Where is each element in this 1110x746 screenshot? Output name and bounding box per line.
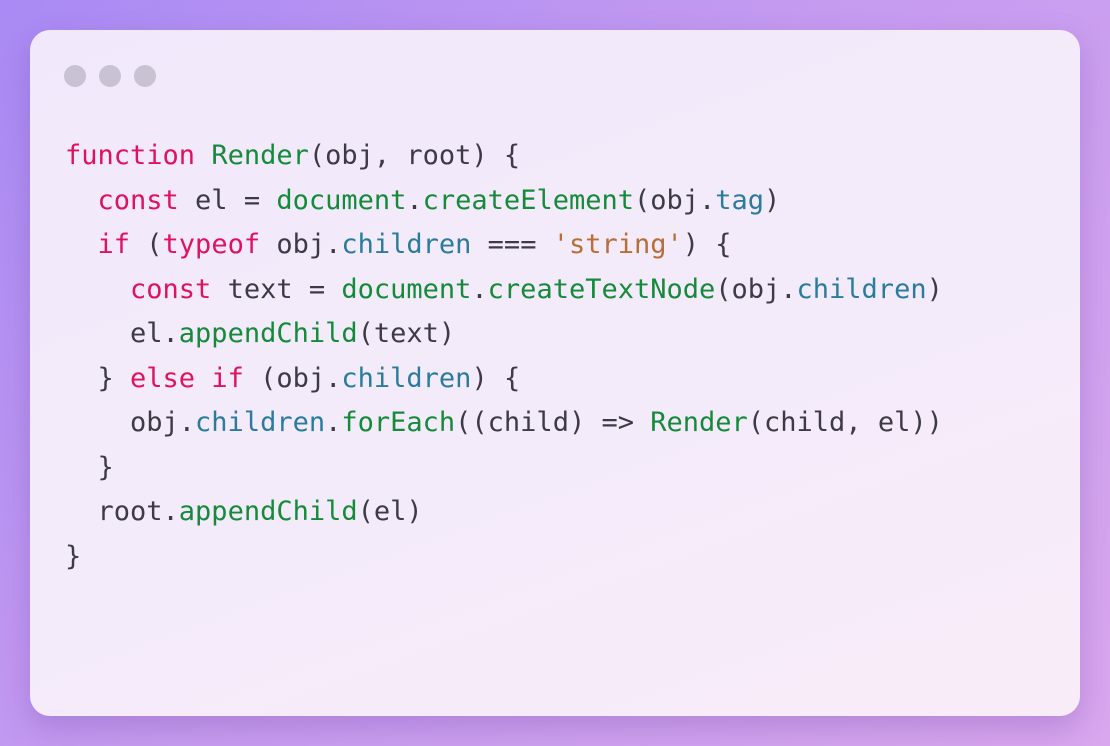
- code-token: const: [97, 184, 179, 216]
- code-token: children: [195, 407, 326, 438]
- code-token: (obj.: [243, 362, 342, 394]
- window-dot-1[interactable]: [64, 65, 86, 87]
- code-window: function Render(obj, root) { const el = …: [30, 30, 1080, 716]
- code-token: (text): [357, 318, 456, 349]
- code-token: const: [130, 273, 212, 305]
- code-token: (obj.: [715, 273, 797, 305]
- code-token: children: [341, 362, 472, 394]
- code-token: }: [65, 362, 131, 394]
- code-token: (child, el)): [747, 407, 943, 438]
- code-token: ): [764, 184, 781, 216]
- code-token: appendChild: [178, 318, 358, 349]
- code-token: forEach: [341, 407, 456, 438]
- code-token: children: [341, 229, 472, 260]
- code-line: root.appendChild(el): [65, 490, 943, 535]
- code-token: (obj.: [633, 184, 716, 216]
- code-token: .: [406, 184, 423, 216]
- code-token: Render: [211, 140, 309, 171]
- code-line: } else if (obj.children) {: [65, 357, 943, 402]
- code-token: tag: [715, 184, 765, 216]
- code-token: ) {: [471, 362, 521, 394]
- code-token: if: [211, 362, 244, 394]
- code-token: Render: [650, 407, 748, 438]
- code-token: (obj, root) {: [308, 140, 521, 171]
- code-token: document: [276, 184, 407, 216]
- code-token: 'string': [552, 229, 683, 260]
- code-token: obj.: [65, 407, 196, 438]
- code-line: }: [65, 446, 943, 491]
- code-block: function Render(obj, root) { const el = …: [65, 134, 943, 579]
- code-token: }: [65, 451, 114, 483]
- code-line: if (typeof obj.children === 'string') {: [65, 223, 943, 268]
- window-dot-3[interactable]: [134, 65, 156, 87]
- code-token: appendChild: [178, 496, 358, 527]
- code-token: ((child) =>: [455, 407, 651, 438]
- code-token: text =: [211, 273, 342, 305]
- code-line: const el = document.createElement(obj.ta…: [65, 179, 943, 224]
- code-line: el.appendChild(text): [65, 312, 943, 357]
- code-token: .: [325, 407, 342, 438]
- code-line: }: [65, 535, 943, 580]
- code-token: }: [65, 540, 82, 572]
- code-token: .: [471, 273, 488, 305]
- code-token: el.: [65, 318, 179, 349]
- code-token: document: [341, 273, 472, 305]
- code-token: el =: [178, 184, 277, 216]
- code-token: createTextNode: [487, 273, 716, 305]
- code-token: (: [130, 229, 163, 260]
- code-token: root.: [65, 496, 179, 527]
- code-line: const text = document.createTextNode(obj…: [65, 268, 943, 313]
- code-token: children: [796, 273, 927, 305]
- code-line: function Render(obj, root) {: [65, 134, 943, 179]
- code-token: createElement: [422, 184, 634, 216]
- window-dot-2[interactable]: [99, 65, 121, 87]
- code-token: function: [65, 140, 196, 171]
- code-token: ===: [471, 229, 553, 260]
- code-token: ) {: [682, 229, 732, 260]
- code-token: typeof: [162, 229, 261, 260]
- code-token: if: [97, 229, 131, 260]
- code-token: obj.: [260, 229, 342, 260]
- code-token: (el): [357, 496, 423, 527]
- code-token: ): [926, 273, 943, 305]
- code-token: else: [130, 362, 196, 394]
- window-controls: [64, 65, 156, 87]
- code-line: obj.children.forEach((child) => Render(c…: [65, 401, 943, 446]
